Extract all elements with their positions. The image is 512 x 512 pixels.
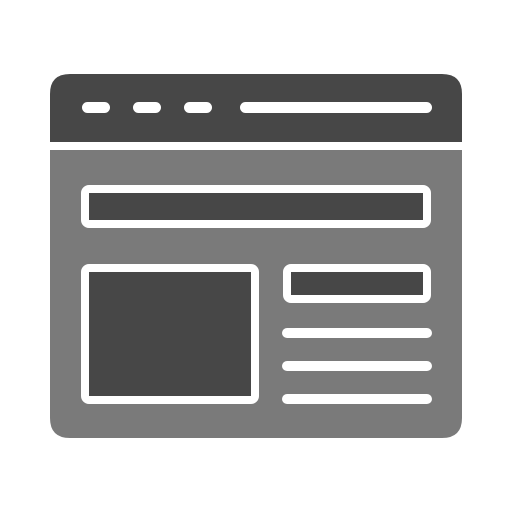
text-line-3 bbox=[282, 394, 432, 404]
address-bar-line bbox=[240, 102, 432, 113]
header-banner bbox=[81, 185, 431, 228]
image-block bbox=[81, 264, 259, 404]
web-page-layout-icon bbox=[0, 0, 512, 512]
window-control-dot-3 bbox=[184, 102, 212, 113]
window-control-dot-2 bbox=[133, 102, 161, 113]
text-line-1 bbox=[282, 328, 432, 338]
window-control-dot-1 bbox=[82, 102, 110, 113]
browser-window-illustration bbox=[50, 74, 462, 438]
text-line-2 bbox=[282, 361, 432, 371]
heading-block bbox=[283, 264, 431, 303]
